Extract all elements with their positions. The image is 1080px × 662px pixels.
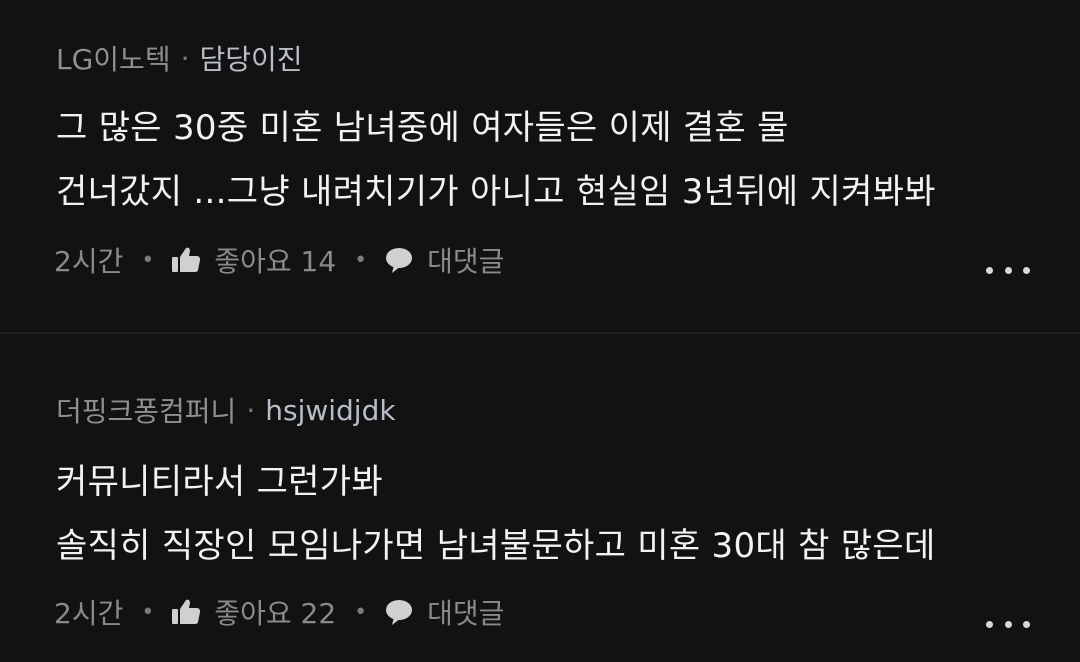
meta-separator: · [246,393,256,427]
thumbs-up-icon [170,244,202,276]
more-options-button[interactable] [986,260,1030,280]
comment-item: LG이노텍 · 담당이진 그 많은 30중 미혼 남녀중에 여자들은 이제 결혼… [0,0,1080,333]
more-options-button[interactable] [986,614,1030,634]
comment-text-line: 솔직히 직장인 모임나가면 남녀불문하고 미혼 30대 참 많은데 [56,526,936,566]
more-dots-icon [986,620,993,628]
comment-text-line: 커뮤니티라서 그런가봐 [56,462,383,502]
company-name: 더핑크퐁컴퍼니 [56,395,237,428]
comment-item: 더핑크퐁컴퍼니 · hsjwidjdk 커뮤니티라서 그런가봐 솔직히 직장인 … [0,334,1080,662]
more-dots-icon [986,266,993,274]
speech-bubble-icon [383,244,415,276]
like-button[interactable]: 좋아요 14 [170,240,336,280]
comment-meta: 더핑크퐁컴퍼니 · hsjwidjdk [56,390,396,430]
like-button[interactable]: 좋아요 22 [170,592,336,632]
author-name[interactable]: hsjwidjdk [265,394,395,427]
meta-separator: · [180,41,190,75]
timestamp: 2시간 [54,597,124,630]
comment-text-line: 그 많은 30중 미혼 남녀중에 여자들은 이제 결혼 물 [56,108,789,148]
comment-meta: LG이노텍 · 담당이진 [56,38,303,78]
comment-actions: 2시간 • 좋아요 22 • 대댓글 [54,592,504,632]
reply-label: 대댓글 [427,245,505,278]
author-name[interactable]: 담당이진 [199,38,302,78]
action-separator: • [354,247,368,273]
action-separator: • [141,599,155,625]
speech-bubble-icon [383,596,415,628]
comment-actions: 2시간 • 좋아요 14 • 대댓글 [54,240,504,280]
reply-button[interactable]: 대댓글 [383,592,504,632]
reply-button[interactable]: 대댓글 [383,240,504,280]
timestamp: 2시간 [54,245,124,278]
company-name: LG이노텍 [56,43,171,76]
action-separator: • [354,599,368,625]
thumbs-up-icon [170,596,202,628]
comment-text-line: 건너갔지 ...그냥 내려치기가 아니고 현실임 3년뒤에 지켜봐봐 [56,172,936,212]
action-separator: • [141,247,155,273]
like-count: 좋아요 22 [214,597,337,630]
reply-label: 대댓글 [427,597,505,630]
like-count: 좋아요 14 [214,245,337,278]
